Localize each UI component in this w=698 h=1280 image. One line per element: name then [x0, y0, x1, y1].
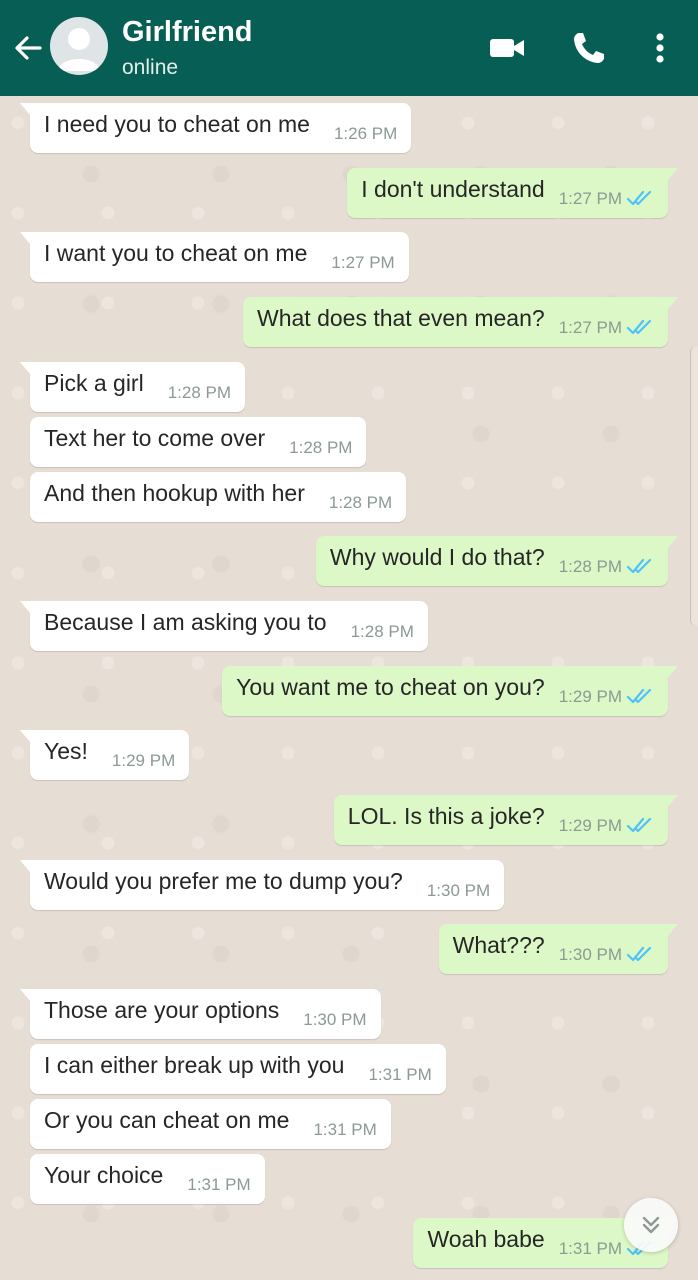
incoming-message[interactable]: Would you prefer me to dump you? 1:30 PM	[19, 860, 505, 910]
incoming-message[interactable]: Because I am asking you to 1:28 PM	[20, 601, 428, 651]
message-text: You want me to cheat on you?	[236, 673, 545, 700]
default-avatar-icon	[58, 28, 100, 71]
incoming-message[interactable]: Those are your options 1:30 PM	[20, 989, 381, 1039]
incoming-message[interactable]: Text her to come over 1:28 PM	[30, 417, 367, 467]
read-ticks-icon	[626, 946, 652, 962]
message-text: Would you prefer me to dump you?	[44, 867, 403, 894]
read-ticks-icon	[626, 688, 652, 704]
message-time: 1:30 PM	[558, 945, 622, 964]
message-time: 1:29 PM	[111, 751, 176, 770]
message-text: I don't understand	[361, 175, 545, 202]
message-text: Because I am asking you to	[44, 608, 327, 635]
message-text: Text her to come over	[44, 424, 266, 451]
message-text: I can either break up with you	[44, 1051, 345, 1078]
message-time: 1:31 PM	[187, 1175, 251, 1194]
incoming-message[interactable]: And then hookup with her 1:28 PM	[30, 472, 407, 522]
outgoing-message[interactable]: You want me to cheat on you? 1:29 PM	[222, 666, 678, 716]
read-ticks-icon	[626, 817, 652, 833]
incoming-message[interactable]: Your choice 1:31 PM	[30, 1154, 265, 1204]
outgoing-message[interactable]: Why would I do that? 1:28 PM	[315, 536, 679, 586]
message-text: And then hookup with her	[44, 479, 305, 506]
message-text: Or you can cheat on me	[44, 1106, 290, 1133]
incoming-message[interactable]: I can either break up with you 1:31 PM	[30, 1044, 446, 1094]
message-text: I want you to cheat on me	[44, 239, 308, 266]
message-time: 1:30 PM	[303, 1010, 367, 1029]
arrow-left-icon[interactable]	[10, 30, 46, 66]
message-time: 1:31 PM	[368, 1065, 432, 1084]
message-time: 1:29 PM	[558, 687, 622, 706]
message-time: 1:28 PM	[558, 557, 622, 576]
message-time: 1:26 PM	[333, 124, 398, 143]
message-text: LOL. Is this a joke?	[347, 802, 545, 829]
contact-status: online	[122, 56, 179, 79]
message-text: Your choice	[44, 1161, 164, 1188]
more-vertical-icon[interactable]	[647, 28, 673, 68]
read-ticks-icon	[626, 319, 652, 335]
message-time: 1:27 PM	[331, 253, 395, 272]
outgoing-message[interactable]: I don't understand 1:27 PM	[347, 168, 678, 218]
video-call-icon[interactable]	[487, 28, 527, 68]
message-text: I need you to cheat on me	[44, 110, 310, 137]
incoming-message[interactable]: Pick a girl 1:28 PM	[19, 362, 246, 412]
read-ticks-icon	[626, 190, 652, 206]
message-text: What???	[452, 931, 545, 958]
outgoing-message[interactable]: What does that even mean? 1:27 PM	[243, 297, 678, 347]
message-text: Those are your options	[44, 996, 280, 1023]
message-time: 1:30 PM	[426, 881, 491, 900]
message-text: Yes!	[44, 737, 88, 764]
message-text: Woah babe	[427, 1225, 545, 1252]
read-ticks-icon	[626, 558, 652, 574]
message-time: 1:31 PM	[313, 1120, 377, 1139]
avatar[interactable]	[50, 17, 108, 75]
incoming-message[interactable]: I need you to cheat on me 1:26 PM	[19, 103, 412, 153]
phone-icon[interactable]	[569, 28, 609, 68]
incoming-message[interactable]: I want you to cheat on me 1:27 PM	[20, 232, 409, 282]
message-text: What does that even mean?	[257, 304, 545, 331]
message-time: 1:29 PM	[558, 816, 622, 835]
double-chevron-down-icon	[642, 1216, 660, 1234]
message-time: 1:28 PM	[289, 438, 353, 457]
incoming-message[interactable]: Or you can cheat on me 1:31 PM	[30, 1099, 391, 1149]
scroll-to-bottom-button[interactable]	[624, 1198, 678, 1252]
outgoing-message[interactable]: What??? 1:30 PM	[438, 924, 679, 974]
message-time: 1:28 PM	[350, 622, 414, 641]
scroll-indicator[interactable]	[690, 346, 698, 626]
incoming-message[interactable]: Yes! 1:29 PM	[19, 730, 190, 780]
message-text: Why would I do that?	[329, 543, 545, 570]
message-time: 1:28 PM	[167, 383, 232, 402]
chat-header: Girlfriend online	[0, 0, 698, 96]
message-time: 1:28 PM	[328, 493, 393, 512]
contact-name[interactable]: Girlfriend	[122, 16, 253, 49]
message-text: Pick a girl	[44, 369, 144, 396]
message-time: 1:27 PM	[558, 318, 622, 337]
message-time: 1:31 PM	[558, 1239, 622, 1258]
outgoing-message[interactable]: LOL. Is this a joke? 1:29 PM	[333, 795, 679, 845]
message-time: 1:27 PM	[558, 189, 622, 208]
